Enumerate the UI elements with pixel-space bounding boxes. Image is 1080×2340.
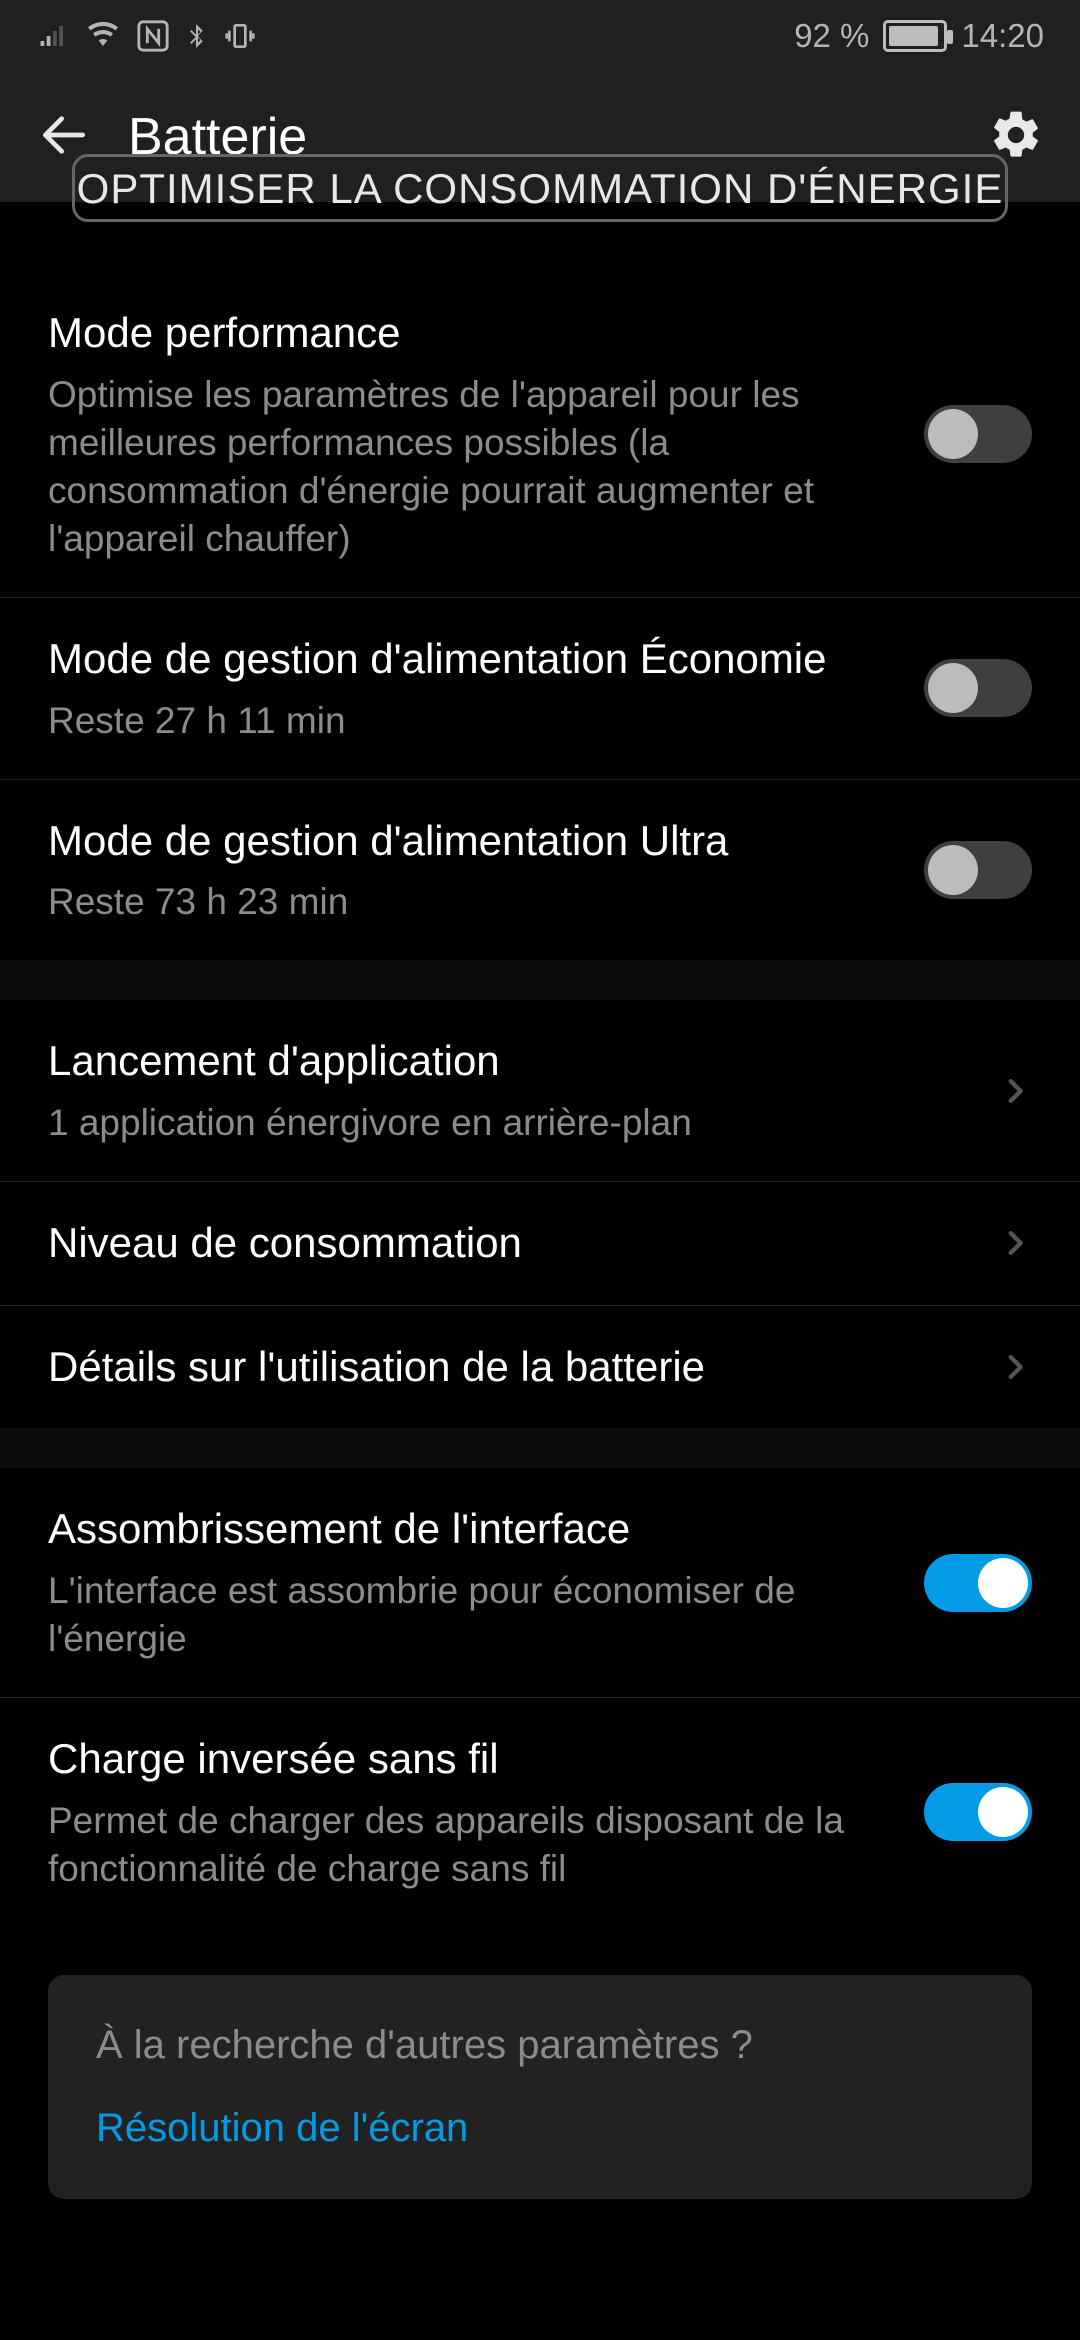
row-subtitle: L'interface est assombrie pour économise…: [48, 1567, 894, 1663]
row-subtitle: 1 application énergivore en arrière-plan: [48, 1099, 968, 1147]
status-bar: 92 % 14:20: [0, 0, 1080, 72]
performance-switch[interactable]: [924, 405, 1032, 463]
optimize-button[interactable]: OPTIMISER LA CONSOMMATION D'ÉNERGIE: [72, 154, 1008, 222]
bluetooth-icon: [184, 19, 208, 53]
row-subtitle: Reste 27 h 11 min: [48, 697, 894, 745]
row-performance-mode[interactable]: Mode performance Optimise les paramètres…: [0, 306, 1080, 597]
row-consumption-level[interactable]: Niveau de consommation: [0, 1181, 1080, 1305]
row-subtitle: Optimise les paramètres de l'appareil po…: [48, 371, 894, 563]
other-settings-box: À la recherche d'autres paramètres ? Rés…: [48, 1975, 1032, 2199]
row-title: Niveau de consommation: [48, 1216, 968, 1271]
status-right: 92 % 14:20: [794, 17, 1044, 55]
row-title: Mode de gestion d'alimentation Ultra: [48, 814, 894, 869]
vibrate-icon: [222, 20, 258, 52]
row-title: Mode performance: [48, 306, 894, 361]
optimize-button-label: OPTIMISER LA CONSOMMATION D'ÉNERGIE: [75, 165, 1005, 213]
row-subtitle: Permet de charger des appareils disposan…: [48, 1797, 894, 1893]
chevron-right-icon: [998, 1074, 1032, 1108]
reverse-charge-switch[interactable]: [924, 1783, 1032, 1841]
signal-icon: [36, 21, 70, 51]
chevron-right-icon: [998, 1350, 1032, 1384]
chevron-right-icon: [998, 1226, 1032, 1260]
battery-percent: 92 %: [794, 17, 869, 55]
nfc-icon: [136, 19, 170, 53]
row-title: Charge inversée sans fil: [48, 1732, 894, 1787]
row-title: Mode de gestion d'alimentation Économie: [48, 632, 894, 687]
row-economy-mode[interactable]: Mode de gestion d'alimentation Économie …: [0, 597, 1080, 779]
status-left: [36, 19, 258, 53]
ultra-switch[interactable]: [924, 841, 1032, 899]
other-settings-question: À la recherche d'autres paramètres ?: [96, 2023, 984, 2068]
row-ultra-mode[interactable]: Mode de gestion d'alimentation Ultra Res…: [0, 779, 1080, 961]
screen-resolution-link[interactable]: Résolution de l'écran: [96, 2106, 984, 2151]
row-title: Lancement d'application: [48, 1034, 968, 1089]
row-subtitle: Reste 73 h 23 min: [48, 878, 894, 926]
row-darken-interface[interactable]: Assombrissement de l'interface L'interfa…: [0, 1468, 1080, 1697]
row-app-launch[interactable]: Lancement d'application 1 application én…: [0, 1000, 1080, 1181]
battery-icon: [883, 20, 947, 52]
row-title: Assombrissement de l'interface: [48, 1502, 894, 1557]
row-reverse-charge[interactable]: Charge inversée sans fil Permet de charg…: [0, 1697, 1080, 1927]
content: OPTIMISER LA CONSOMMATION D'ÉNERGIE Mode…: [0, 202, 1080, 2199]
row-battery-details[interactable]: Détails sur l'utilisation de la batterie: [0, 1305, 1080, 1429]
economy-switch[interactable]: [924, 659, 1032, 717]
row-title: Détails sur l'utilisation de la batterie: [48, 1340, 968, 1395]
clock: 14:20: [961, 17, 1044, 55]
wifi-icon: [84, 21, 122, 51]
darken-switch[interactable]: [924, 1554, 1032, 1612]
